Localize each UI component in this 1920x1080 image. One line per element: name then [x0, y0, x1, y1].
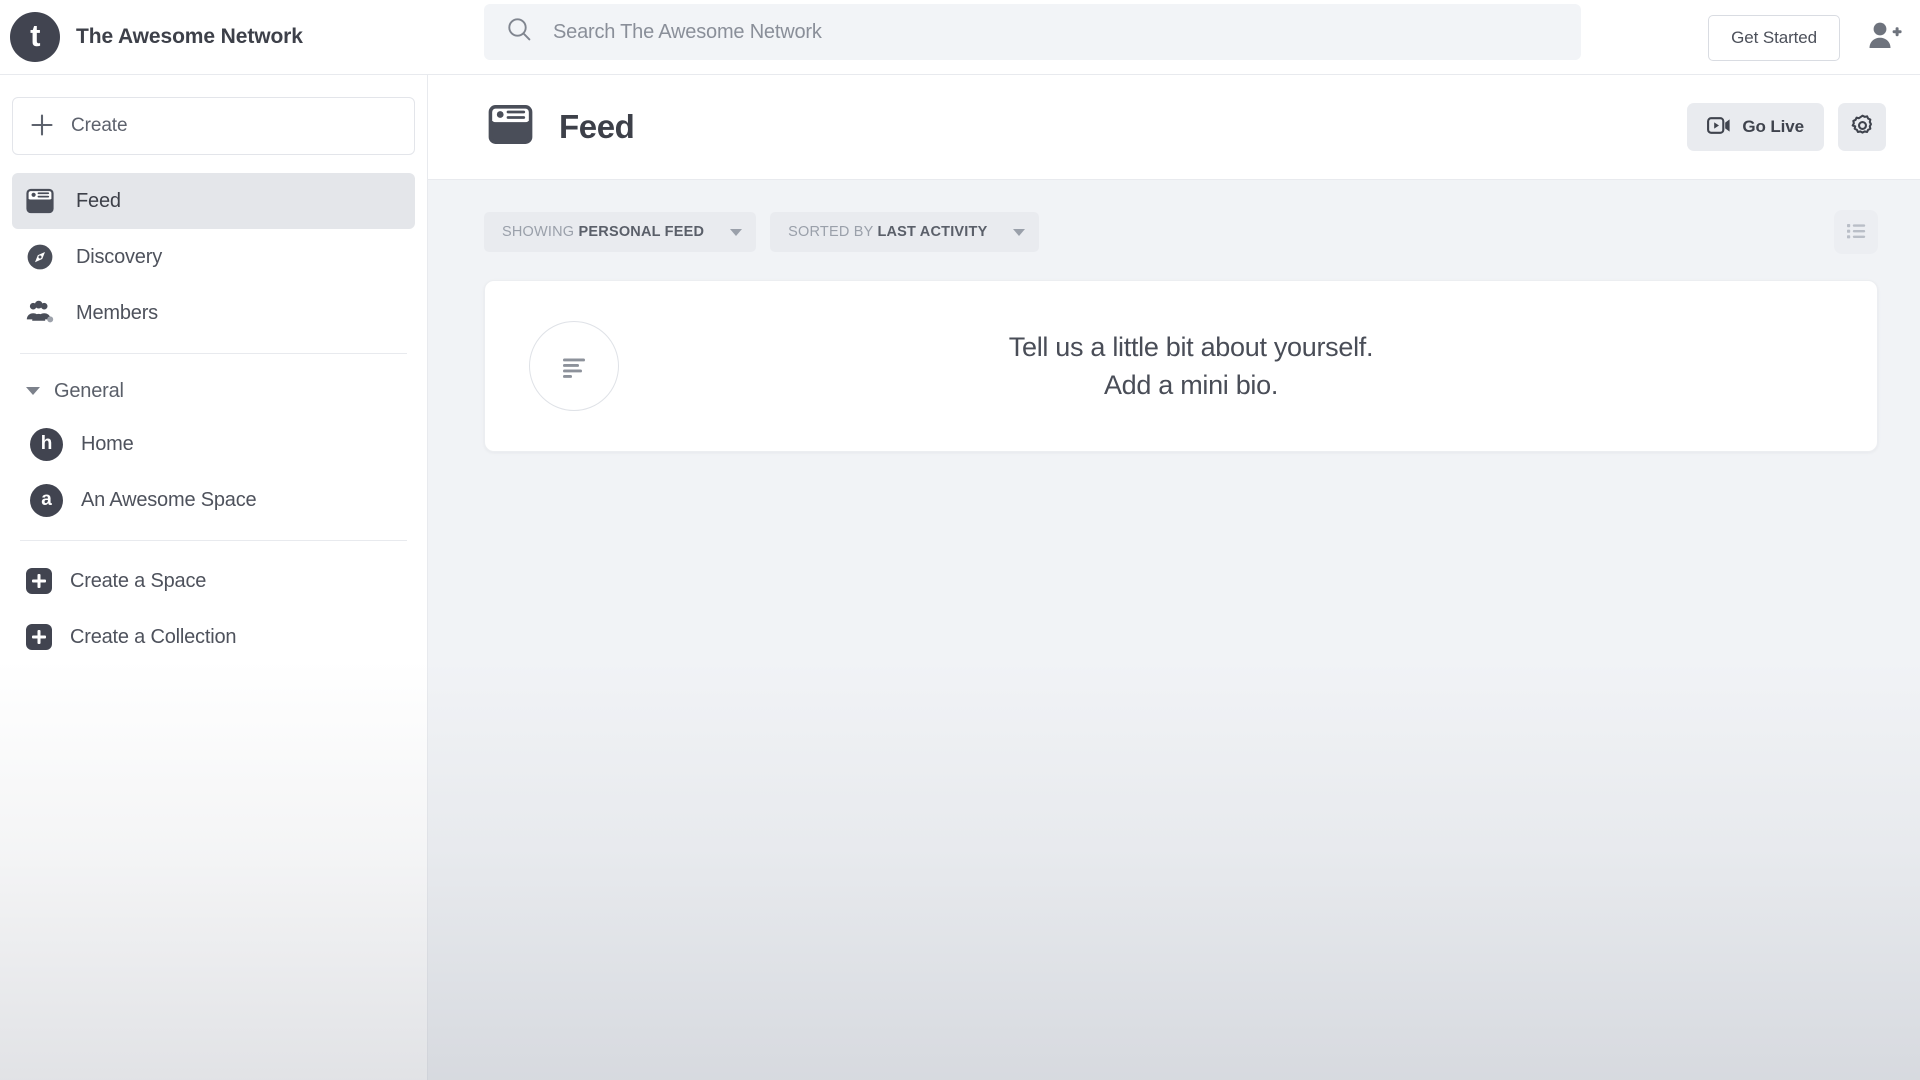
showing-filter-value: PERSONAL FEED — [578, 224, 705, 240]
sidebar-space-label: An Awesome Space — [81, 488, 257, 511]
gear-icon — [1850, 113, 1875, 141]
get-started-button[interactable]: Get Started — [1708, 14, 1840, 61]
video-camera-icon — [1707, 116, 1731, 138]
search-bar[interactable] — [484, 4, 1581, 60]
create-a-space-button[interactable]: Create a Space — [12, 553, 415, 609]
plus-icon — [29, 112, 55, 141]
create-a-collection-button[interactable]: Create a Collection — [12, 609, 415, 665]
sorted-by-filter-value: LAST ACTIVITY — [877, 224, 988, 240]
brand[interactable]: t The Awesome Network — [0, 12, 420, 62]
sidebar-item-label: Feed — [76, 189, 121, 212]
sidebar-section-general[interactable]: General — [12, 366, 415, 416]
feed-header-actions: Go Live — [1687, 103, 1886, 151]
add-person-icon — [1866, 20, 1902, 55]
create-a-collection-label: Create a Collection — [70, 625, 237, 648]
sidebar: Create Feed Discovery Members General h … — [0, 75, 428, 1080]
feed-icon — [24, 187, 56, 215]
sidebar-section-title: General — [54, 379, 124, 402]
text-lines-icon — [529, 321, 619, 411]
chevron-down-icon — [730, 228, 743, 236]
avatar: h — [30, 427, 63, 461]
add-person-button[interactable] — [1866, 20, 1902, 55]
showing-filter-label: SHOWING — [502, 224, 575, 240]
go-live-button[interactable]: Go Live — [1687, 103, 1824, 151]
create-button-label: Create — [71, 115, 128, 136]
feed-icon — [488, 102, 533, 152]
brand-logo-icon: t — [10, 12, 60, 62]
list-view-toggle-button[interactable] — [1834, 210, 1878, 254]
sidebar-item-feed[interactable]: Feed — [12, 173, 415, 229]
avatar: a — [30, 483, 63, 517]
sidebar-item-members[interactable]: Members — [12, 285, 415, 341]
sidebar-space-an-awesome-space[interactable]: a An Awesome Space — [12, 472, 415, 528]
sidebar-item-discovery[interactable]: Discovery — [12, 229, 415, 285]
create-a-space-label: Create a Space — [70, 569, 207, 592]
sidebar-divider-1 — [20, 353, 407, 354]
sorted-by-filter-label: SORTED BY — [788, 224, 874, 240]
sidebar-item-label: Discovery — [76, 245, 162, 268]
top-bar: t The Awesome Network Get Started — [0, 0, 1920, 75]
add-mini-bio-line-2: Add a mini bio. — [1103, 370, 1279, 400]
sidebar-divider-2 — [20, 540, 407, 541]
plus-square-icon — [26, 568, 52, 594]
list-view-icon — [1843, 218, 1869, 247]
page-title-group: Feed — [488, 102, 635, 152]
sidebar-item-label: Members — [76, 301, 158, 324]
sorted-by-filter-text: SORTED BY LAST ACTIVITY — [788, 224, 987, 240]
main-content: Feed Go Live SHOWING PERSONAL FEED SORTE… — [428, 75, 1920, 1080]
compass-icon — [24, 243, 56, 271]
page-title: Feed — [559, 108, 635, 145]
filter-bar: SHOWING PERSONAL FEED SORTED BY LAST ACT… — [428, 180, 1920, 254]
body: Create Feed Discovery Members General h … — [0, 75, 1920, 1080]
add-mini-bio-card[interactable]: Tell us a little bit about yourself. Add… — [484, 280, 1878, 452]
search-input[interactable] — [553, 20, 1559, 44]
create-button[interactable]: Create — [12, 97, 415, 155]
settings-button[interactable] — [1838, 103, 1886, 151]
chevron-down-icon — [26, 387, 40, 395]
search-icon — [506, 16, 533, 48]
add-mini-bio-line-1: Tell us a little bit about yourself. — [1008, 331, 1374, 362]
sidebar-space-label: Home — [81, 432, 134, 455]
chevron-down-icon — [1013, 228, 1026, 236]
sorted-by-filter-dropdown[interactable]: SORTED BY LAST ACTIVITY — [770, 212, 1040, 252]
plus-square-icon — [26, 624, 52, 650]
add-mini-bio-text: Tell us a little bit about yourself. Add… — [619, 328, 1833, 405]
brand-name: The Awesome Network — [76, 25, 303, 48]
top-bar-actions: Get Started — [1708, 0, 1906, 75]
members-icon — [24, 299, 56, 327]
sidebar-space-home[interactable]: h Home — [12, 416, 415, 472]
go-live-label: Go Live — [1742, 117, 1804, 136]
feed-header: Feed Go Live — [428, 75, 1920, 180]
app-root: t The Awesome Network Get Started — [0, 0, 1920, 1080]
showing-filter-dropdown[interactable]: SHOWING PERSONAL FEED — [484, 212, 757, 252]
showing-filter-text: SHOWING PERSONAL FEED — [502, 224, 704, 240]
sidebar-nav: Feed Discovery Members — [12, 173, 415, 341]
